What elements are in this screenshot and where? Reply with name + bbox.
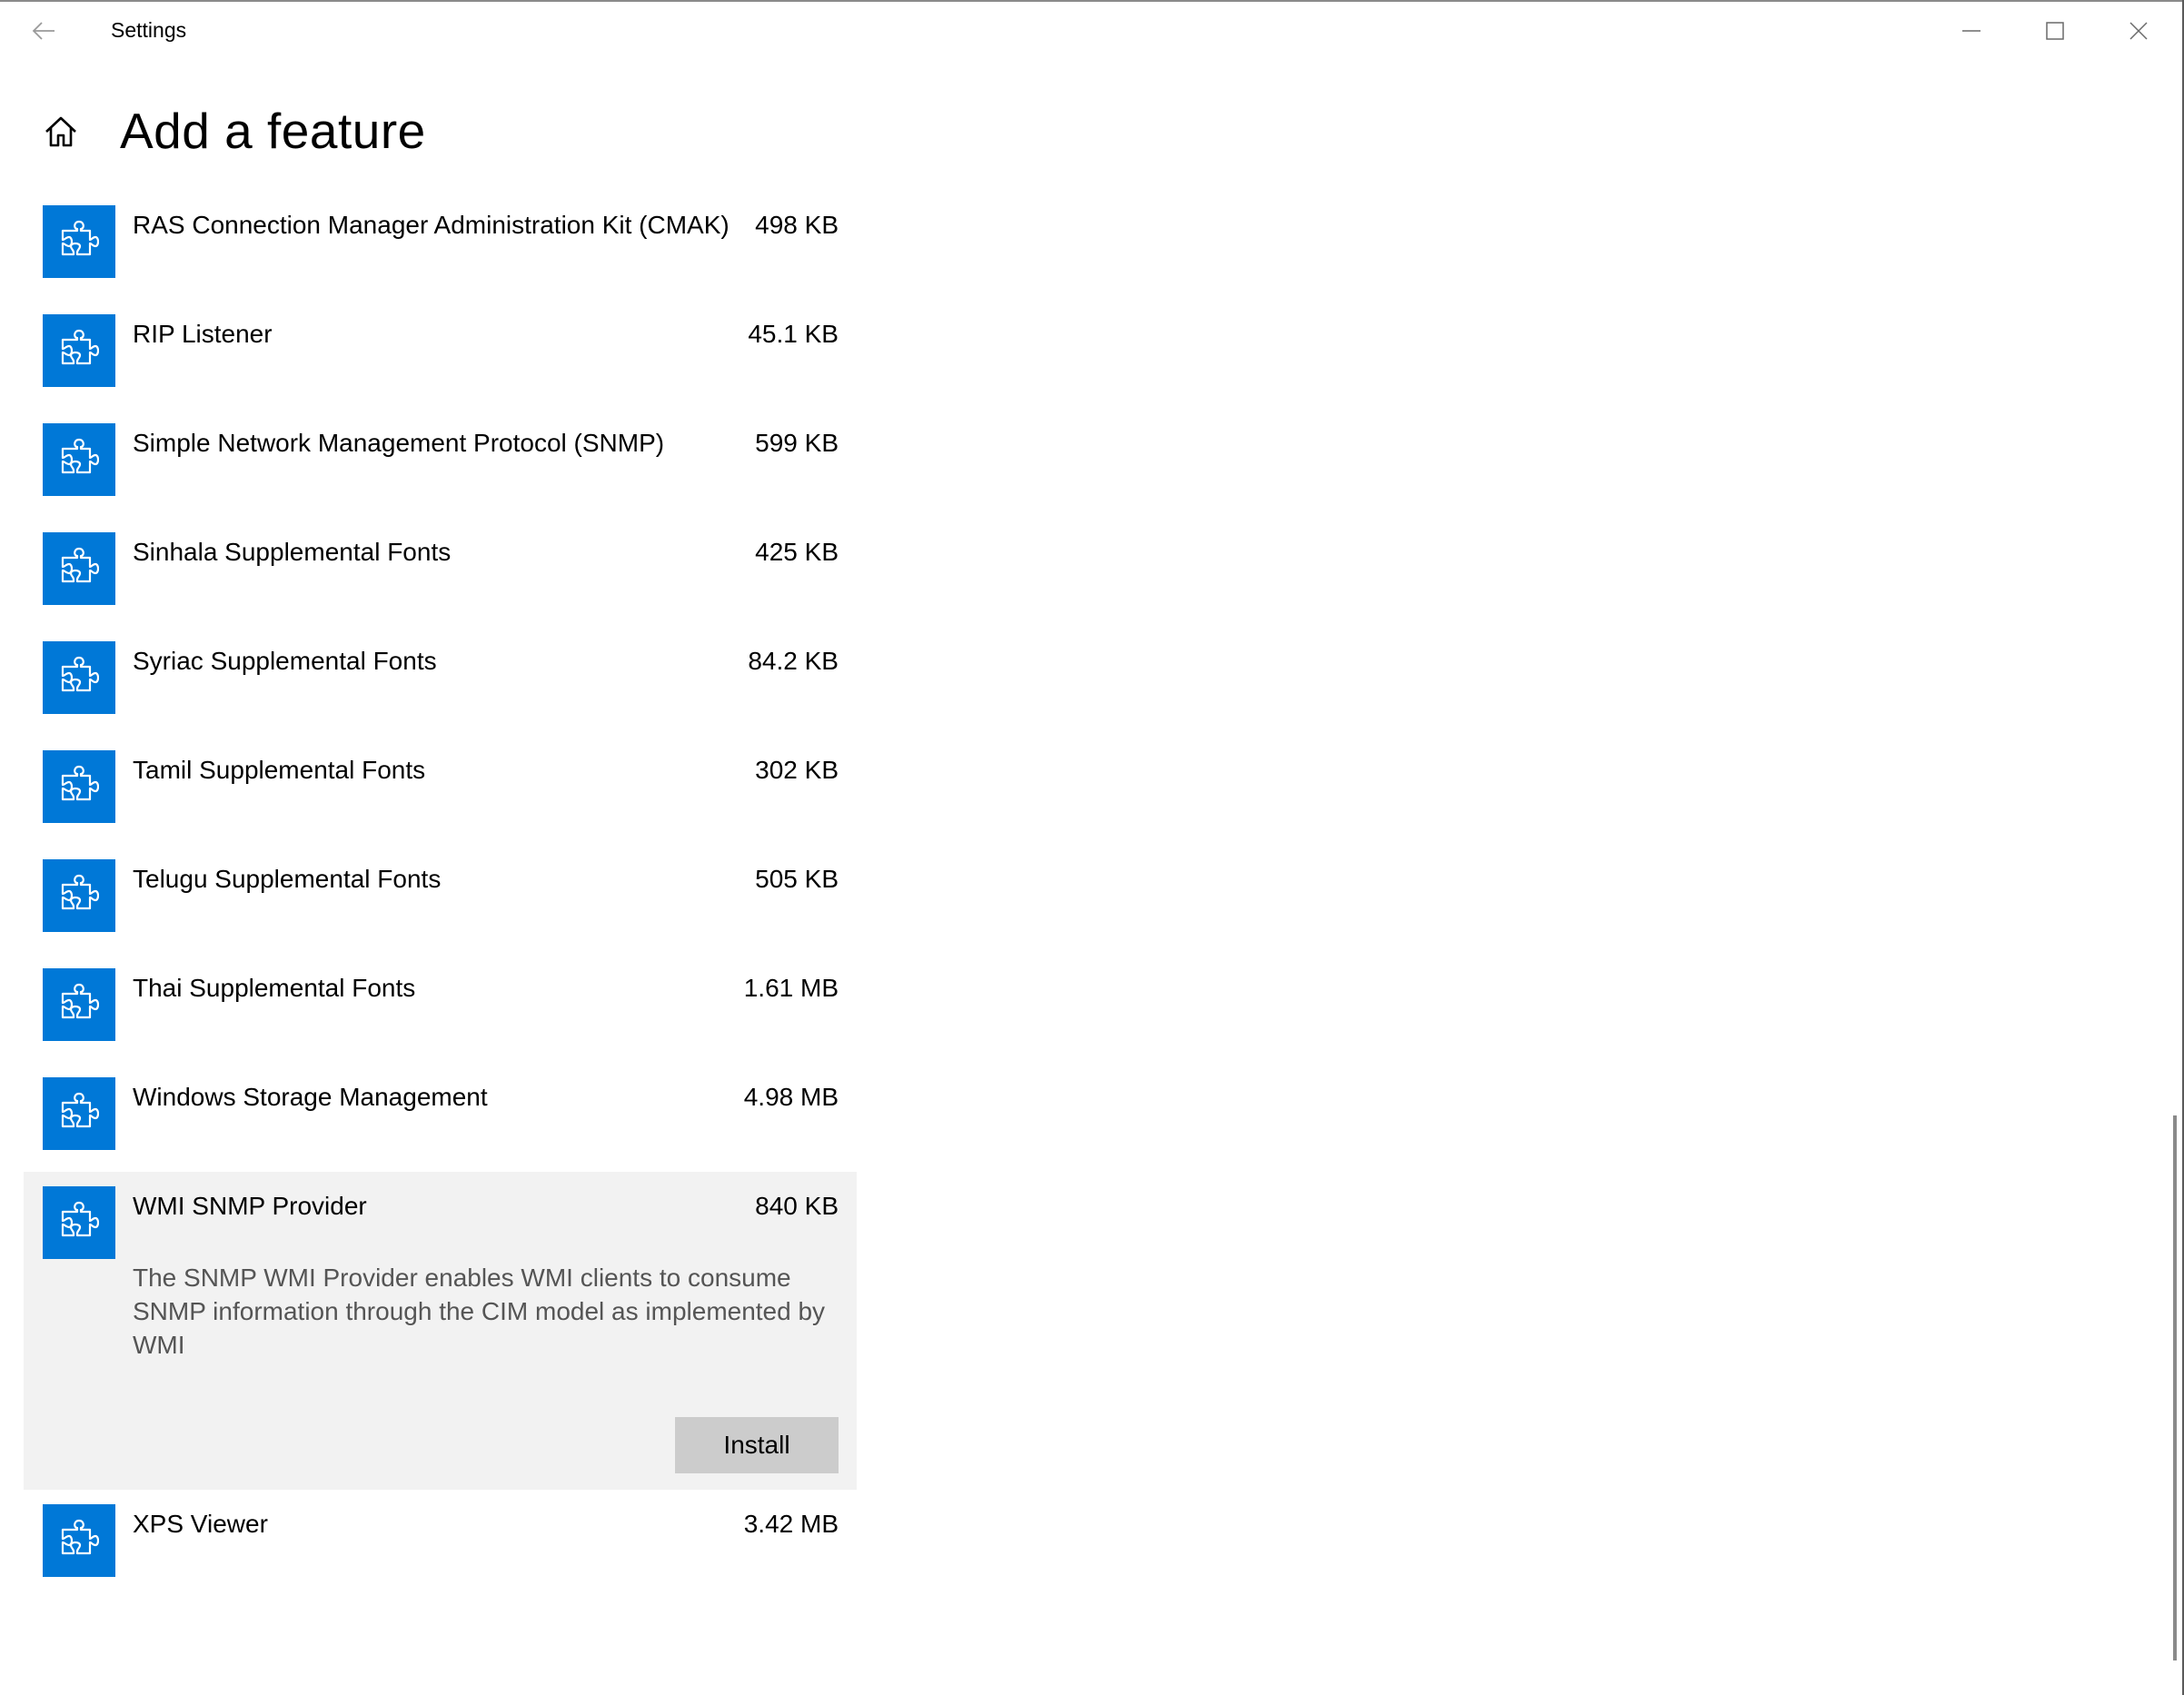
window-title: Settings <box>111 18 187 42</box>
feature-name: Thai Supplemental Fonts <box>133 974 416 1002</box>
feature-item-thai-fonts[interactable]: Thai Supplemental Fonts 1.61 MB <box>24 954 857 1063</box>
feature-item-ras-cmak[interactable]: RAS Connection Manager Administration Ki… <box>24 191 857 300</box>
feature-item-rip-listener[interactable]: RIP Listener 45.1 KB <box>24 300 857 409</box>
feature-size: 3.42 MB <box>743 1510 839 1538</box>
minimize-button[interactable] <box>1930 2 2013 60</box>
puzzle-piece-icon <box>43 641 115 714</box>
puzzle-piece-icon <box>43 1077 115 1150</box>
install-button[interactable]: Install <box>675 1417 839 1473</box>
puzzle-piece-icon <box>43 1186 115 1259</box>
feature-item-sinhala-fonts[interactable]: Sinhala Supplemental Fonts 425 KB <box>24 518 857 627</box>
puzzle-piece-icon <box>43 423 115 496</box>
puzzle-piece-icon <box>43 968 115 1041</box>
feature-name: RAS Connection Manager Administration Ki… <box>133 211 730 239</box>
feature-item-xps-viewer[interactable]: XPS Viewer 3.42 MB <box>24 1490 857 1599</box>
feature-item-snmp[interactable]: Simple Network Management Protocol (SNMP… <box>24 409 857 518</box>
feature-name: Syriac Supplemental Fonts <box>133 647 437 675</box>
feature-name: Tamil Supplemental Fonts <box>133 756 426 784</box>
home-button[interactable] <box>35 105 87 158</box>
feature-size: 302 KB <box>755 756 839 784</box>
feature-item-syriac-fonts[interactable]: Syriac Supplemental Fonts 84.2 KB <box>24 627 857 736</box>
page-title: Add a feature <box>120 103 426 159</box>
feature-name: RIP Listener <box>133 320 273 348</box>
feature-description: The SNMP WMI Provider enables WMI client… <box>133 1264 826 1359</box>
feature-size: 425 KB <box>755 538 839 566</box>
puzzle-piece-icon <box>43 205 115 278</box>
feature-item-telugu-fonts[interactable]: Telugu Supplemental Fonts 505 KB <box>24 845 857 954</box>
feature-size: 599 KB <box>755 429 839 457</box>
feature-name: WMI SNMP Provider <box>133 1192 367 1220</box>
home-icon <box>45 116 76 147</box>
feature-name: Telugu Supplemental Fonts <box>133 865 442 893</box>
close-button[interactable] <box>2097 2 2180 60</box>
back-button[interactable] <box>18 5 69 56</box>
title-bar: Settings <box>0 2 2182 60</box>
close-icon <box>2129 22 2148 40</box>
feature-size: 45.1 KB <box>748 320 839 348</box>
feature-list: RAS Connection Manager Administration Ki… <box>24 191 857 1599</box>
feature-item-tamil-fonts[interactable]: Tamil Supplemental Fonts 302 KB <box>24 736 857 845</box>
feature-size: 498 KB <box>755 211 839 239</box>
puzzle-piece-icon <box>43 532 115 605</box>
puzzle-piece-icon <box>43 750 115 823</box>
feature-item-storage-management[interactable]: Windows Storage Management 4.98 MB <box>24 1063 857 1172</box>
maximize-icon <box>2046 22 2064 40</box>
feature-name: Windows Storage Management <box>133 1083 488 1111</box>
maximize-button[interactable] <box>2013 2 2097 60</box>
feature-size: 4.98 MB <box>743 1083 839 1111</box>
puzzle-piece-icon <box>43 1504 115 1577</box>
puzzle-piece-icon <box>43 859 115 932</box>
feature-item-wmi-snmp-provider[interactable]: WMI SNMP Provider 840 KB The SNMP WMI Pr… <box>24 1172 857 1490</box>
feature-name: Sinhala Supplemental Fonts <box>133 538 452 566</box>
feature-size: 840 KB <box>755 1192 839 1220</box>
scrollbar[interactable] <box>2173 1115 2177 1660</box>
feature-name: Simple Network Management Protocol (SNMP… <box>133 429 665 457</box>
back-arrow-icon <box>32 22 55 40</box>
feature-name: XPS Viewer <box>133 1510 268 1538</box>
puzzle-piece-icon <box>43 314 115 387</box>
feature-size: 1.61 MB <box>743 974 839 1002</box>
page-header: Add a feature <box>0 91 1090 173</box>
minimize-icon <box>1962 30 1980 32</box>
feature-size: 84.2 KB <box>748 647 839 675</box>
feature-size: 505 KB <box>755 865 839 893</box>
